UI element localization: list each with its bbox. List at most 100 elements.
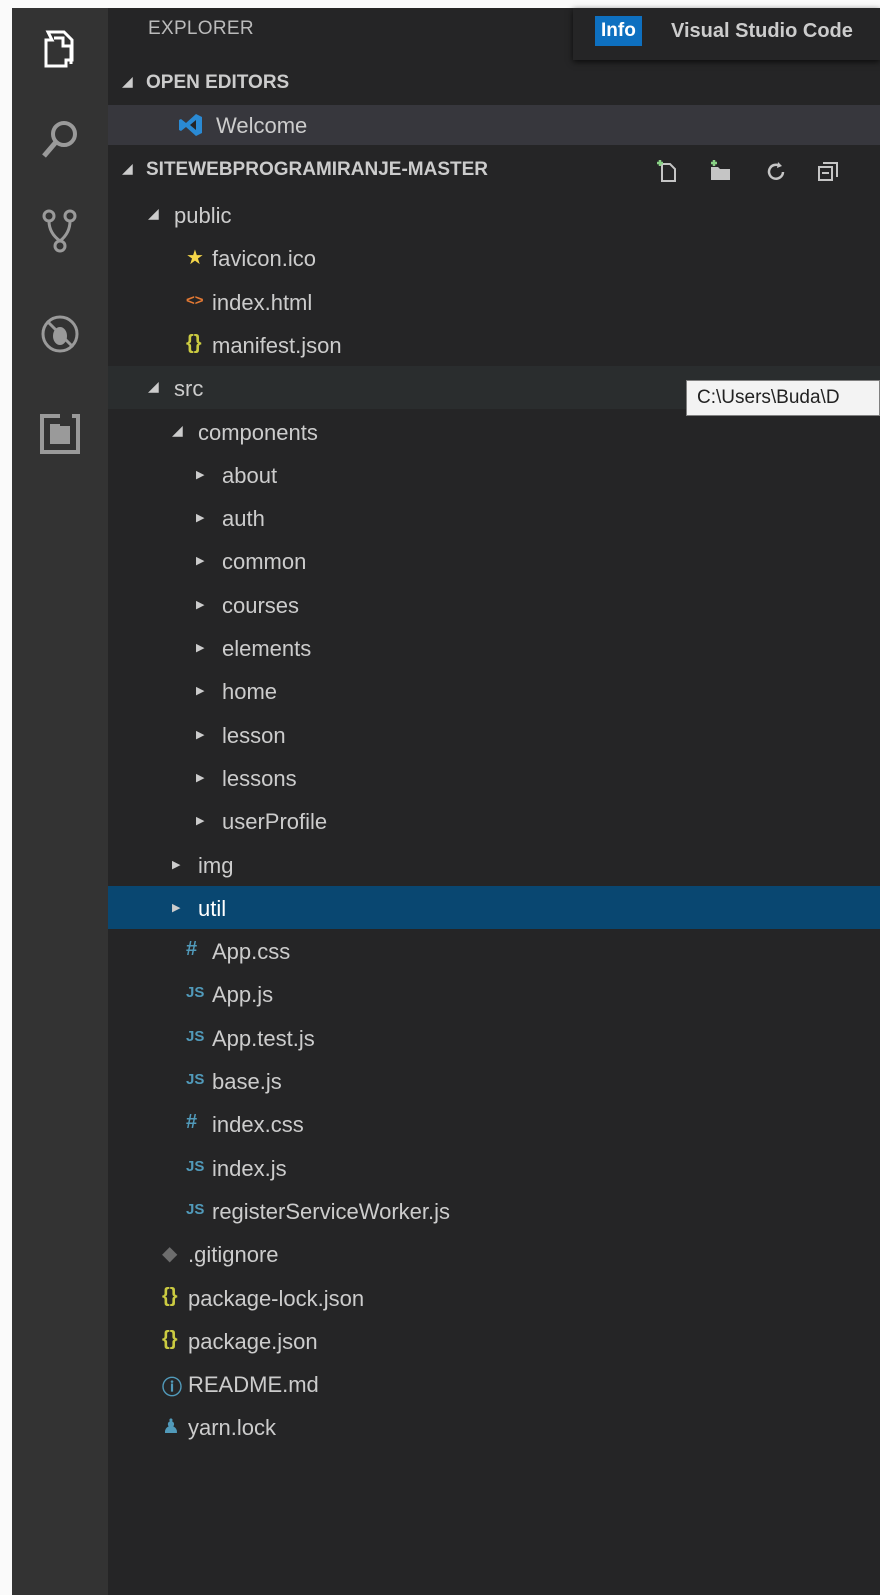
new-folder-icon[interactable] <box>705 156 735 186</box>
file-row[interactable]: JS registerServiceWorker.js <box>108 1189 880 1232</box>
open-editors-header[interactable]: ◢ OPEN EDITORS <box>108 63 880 103</box>
folder-label: auth <box>222 506 265 532</box>
folder-row[interactable]: ▶ img <box>108 843 880 886</box>
folder-label: src <box>174 376 204 402</box>
path-tooltip: C:\Users\Buda\D <box>686 380 880 416</box>
chevron-down-icon[interactable]: ◢ <box>148 378 159 395</box>
file-label: index.html <box>212 289 313 315</box>
file-label: base.js <box>212 1069 282 1094</box>
file-label: favicon.ico <box>212 246 316 272</box>
info-notification[interactable]: Info Visual Studio Code <box>573 8 880 60</box>
file-row[interactable]: ◆ .gitignore <box>108 1232 880 1275</box>
chevron-right-icon[interactable]: ▶ <box>172 901 180 914</box>
html-icon: <> <box>186 291 204 309</box>
file-label: App.css <box>212 939 291 965</box>
folder-label: userProfile <box>222 809 328 835</box>
folder-label: img <box>198 852 234 878</box>
js-icon: JS <box>186 1071 205 1088</box>
chevron-right-icon[interactable]: ▶ <box>196 554 204 567</box>
explorer-sidebar: EXPLORER ◢ OPEN EDITORS Welcome ◢ SITEWE… <box>108 8 880 1595</box>
chevron-right-icon[interactable]: ▶ <box>196 468 204 481</box>
explorer-icon[interactable] <box>34 22 86 74</box>
file-row[interactable]: ♟ yarn.lock <box>108 1405 880 1448</box>
open-editor-label: Welcome <box>216 113 308 138</box>
extensions-icon[interactable] <box>34 408 86 460</box>
folder-row[interactable]: ▶ elements <box>108 626 880 669</box>
folder-label: public <box>174 203 232 228</box>
file-row[interactable]: JS App.test.js <box>108 1016 880 1059</box>
file-label: index.css <box>212 1112 304 1138</box>
window-frame-left <box>0 0 12 1595</box>
file-row[interactable]: JS base.js <box>108 1059 880 1102</box>
refresh-icon[interactable] <box>761 156 791 186</box>
debug-icon[interactable] <box>34 308 86 360</box>
chevron-right-icon[interactable]: ▶ <box>196 641 204 654</box>
vscode-icon <box>179 114 202 136</box>
file-row[interactable]: # index.css <box>108 1102 880 1145</box>
chevron-right-icon[interactable]: ▶ <box>196 598 204 611</box>
folder-label: util <box>198 895 227 921</box>
folder-row[interactable]: ▶ auth <box>108 496 880 539</box>
json-icon: {} <box>162 1284 178 1307</box>
file-row[interactable]: JS index.js <box>108 1146 880 1189</box>
activity-bar <box>12 8 108 1595</box>
js-icon: JS <box>186 1157 205 1175</box>
explorer-title: EXPLORER <box>148 18 254 39</box>
chevron-down-icon: ◢ <box>122 160 133 176</box>
folder-label: home <box>222 679 278 705</box>
folder-row[interactable]: ▶ util <box>108 885 880 929</box>
json-icon: {} <box>186 331 202 354</box>
file-row[interactable]: ★ favicon.ico <box>108 236 880 279</box>
file-label: yarn.lock <box>188 1415 277 1441</box>
css-icon: # <box>186 1111 198 1134</box>
js-icon: JS <box>186 984 205 1002</box>
folder-row[interactable]: ▶ common <box>108 539 880 582</box>
folder-label: lessons <box>222 765 297 791</box>
file-row[interactable]: {} manifest.json <box>108 323 880 366</box>
chevron-down-icon[interactable]: ◢ <box>172 422 183 439</box>
folder-row[interactable]: ▶ lesson <box>108 713 880 756</box>
json-icon: {} <box>162 1327 178 1350</box>
chevron-down-icon: ◢ <box>122 73 133 89</box>
file-label: README.md <box>188 1372 319 1398</box>
folder-row[interactable]: ▶ lessons <box>108 756 880 799</box>
folder-row[interactable]: ◢ public <box>108 193 880 236</box>
tooltip-text: C:\Users\Buda\D <box>697 387 840 408</box>
chevron-right-icon[interactable]: ▶ <box>196 684 204 697</box>
file-label: package.json <box>188 1328 318 1354</box>
source-control-icon[interactable] <box>34 204 86 256</box>
js-icon: JS <box>186 1200 205 1218</box>
folder-row[interactable]: ▶ home <box>108 669 880 712</box>
file-label: manifest.json <box>212 332 342 358</box>
open-editor-welcome[interactable]: Welcome <box>108 105 880 145</box>
project-header[interactable]: ◢ SITEWEBPROGRAMIRANJE-MASTER <box>108 150 880 190</box>
file-row[interactable]: {} package.json <box>108 1319 880 1362</box>
folder-label: elements <box>222 636 312 661</box>
chevron-down-icon[interactable]: ◢ <box>148 205 159 222</box>
folder-row[interactable]: ▶ userProfile <box>108 799 880 842</box>
chevron-right-icon[interactable]: ▶ <box>196 511 204 524</box>
chevron-right-icon[interactable]: ▶ <box>196 728 204 741</box>
folder-label: courses <box>222 592 300 618</box>
file-label: package-lock.json <box>188 1285 365 1311</box>
chevron-right-icon[interactable]: ▶ <box>196 814 204 827</box>
js-icon: JS <box>186 1027 205 1045</box>
file-row[interactable]: {} package-lock.json <box>108 1276 880 1319</box>
file-row[interactable]: # App.css <box>108 929 880 972</box>
search-icon[interactable] <box>34 114 86 166</box>
folder-row[interactable]: ▶ about <box>108 453 880 496</box>
file-row[interactable]: ⓘ README.md <box>108 1362 880 1405</box>
chevron-right-icon[interactable]: ▶ <box>172 858 180 871</box>
chevron-right-icon[interactable]: ▶ <box>196 771 204 784</box>
open-editors-label: OPEN EDITORS <box>146 72 290 93</box>
project-label: SITEWEBPROGRAMIRANJE-MASTER <box>146 159 489 180</box>
file-label: App.test.js <box>212 1025 315 1051</box>
collapse-all-icon[interactable] <box>813 156 843 186</box>
file-label: App.js <box>212 982 274 1008</box>
file-row[interactable]: <> index.html <box>108 280 880 323</box>
new-file-icon[interactable] <box>653 156 683 186</box>
file-label: registerServiceWorker.js <box>212 1198 450 1224</box>
star-icon: ★ <box>186 247 204 270</box>
file-row[interactable]: JS App.js <box>108 972 880 1015</box>
folder-row[interactable]: ▶ courses <box>108 583 880 626</box>
